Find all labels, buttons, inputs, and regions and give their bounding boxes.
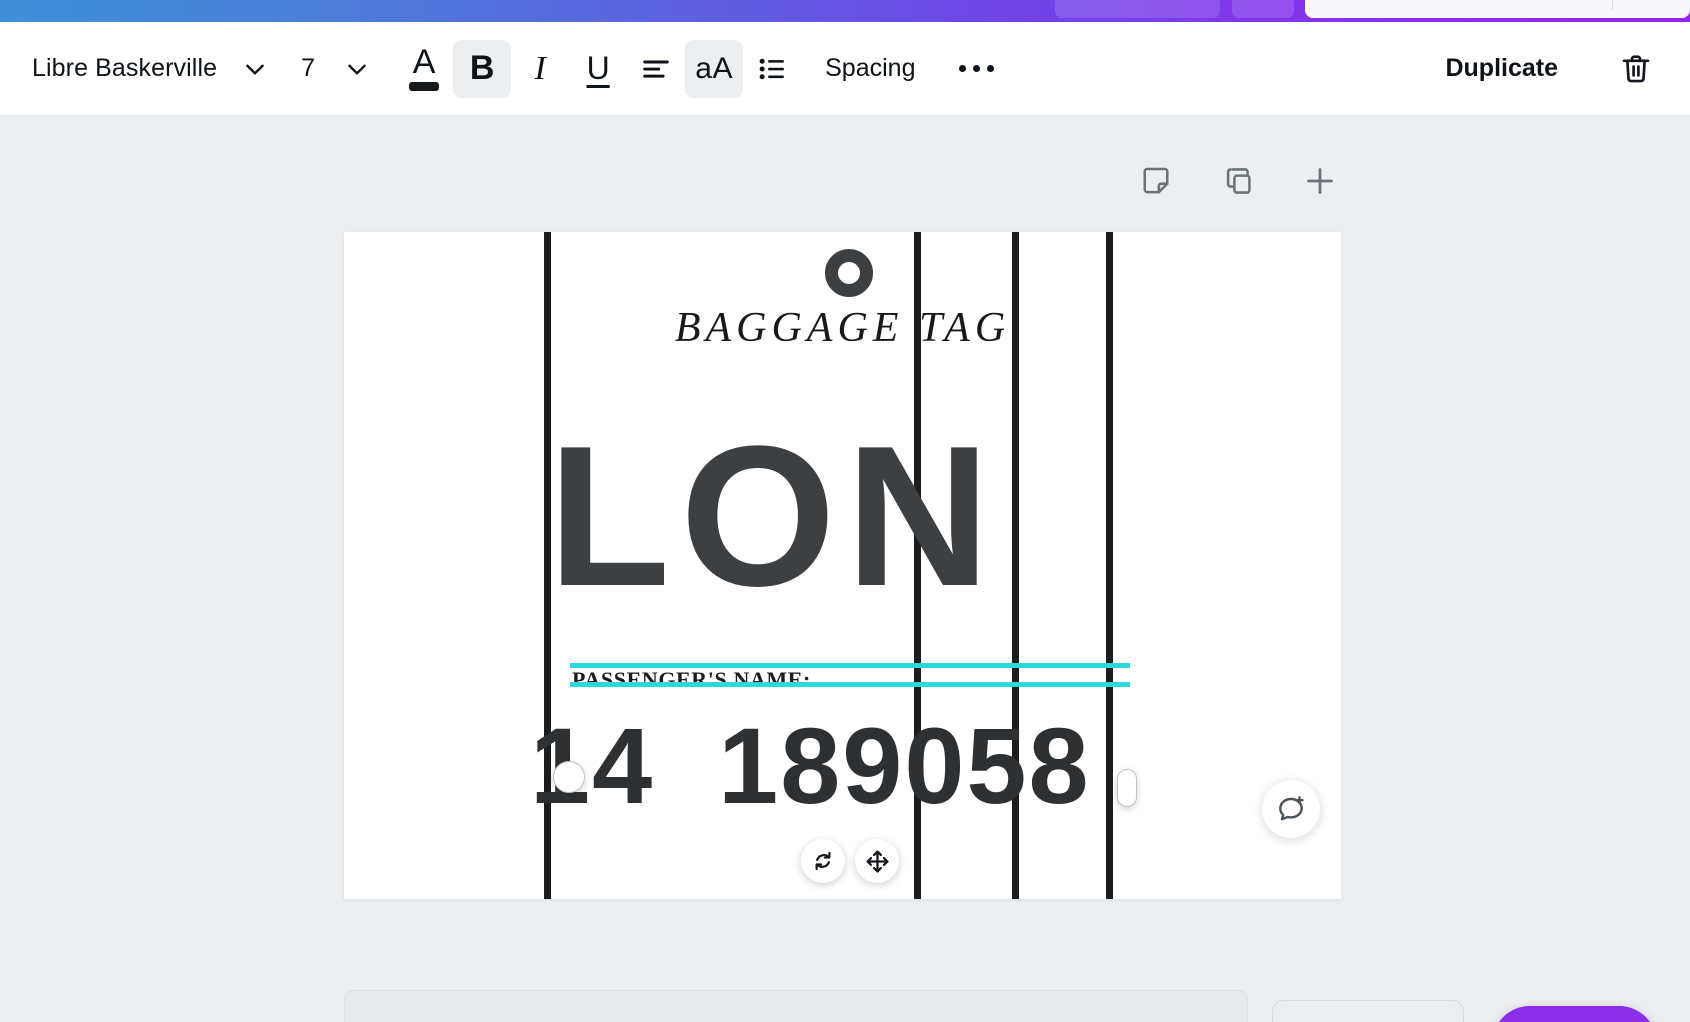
font-family-selector[interactable]: Libre Baskerville [32, 54, 217, 83]
chevron-down-icon[interactable] [235, 49, 275, 89]
text-align-left-icon [643, 60, 669, 78]
italic-icon: I [534, 49, 546, 87]
top-bar-button-b[interactable] [1232, 0, 1294, 18]
duplicate-page-button[interactable] [1217, 160, 1259, 202]
text-align-button[interactable] [627, 40, 685, 98]
zoom-controls: 86% [1272, 1000, 1464, 1022]
text-case-button[interactable]: aA [685, 39, 744, 98]
delete-button[interactable] [1610, 43, 1662, 95]
design-page[interactable]: BAGGAGE TAG LON PASSENGER'S NAME: 14 189… [344, 232, 1341, 899]
toolbar-right-group: Duplicate [1445, 43, 1690, 95]
spacing-button[interactable]: Spacing [825, 54, 915, 83]
text-color-button[interactable]: A [395, 40, 453, 98]
underline-icon: U [586, 50, 610, 86]
ellipsis-icon-dot [958, 65, 966, 72]
editor-canvas-area: BAGGAGE TAG LON PASSENGER'S NAME: 14 189… [0, 116, 1690, 1022]
font-size-input[interactable]: 7 [297, 54, 319, 83]
list-button[interactable] [743, 40, 801, 98]
bulleted-list-icon [759, 58, 785, 79]
ring-icon [825, 249, 873, 297]
move-icon [865, 849, 889, 873]
underline-button[interactable]: U [569, 40, 627, 98]
top-bar-panel-divider [1612, 0, 1613, 10]
more-options-button[interactable] [949, 42, 1003, 96]
bold-icon: B [469, 49, 495, 87]
text-toolbar: Libre Baskerville 7 A B I U aA Spacing D… [0, 22, 1690, 116]
rotate-icon [815, 851, 831, 871]
resize-handle-right[interactable] [1117, 769, 1137, 807]
add-comment-button[interactable] [1262, 780, 1320, 838]
add-new-page-bar[interactable]: + Add a new page [344, 990, 1248, 1022]
page-tools-group [1135, 160, 1341, 202]
italic-button[interactable]: I [511, 40, 569, 98]
sticky-note-icon [1143, 167, 1169, 194]
bold-button[interactable]: B [453, 39, 512, 98]
copy-pages-icon [1226, 168, 1251, 194]
add-page-button[interactable] [1299, 160, 1341, 202]
chevron-down-icon[interactable] [337, 49, 377, 89]
plus-icon [1307, 168, 1333, 194]
notes-button[interactable] [1135, 160, 1177, 202]
canva-editor-window: Libre Baskerville 7 A B I U aA Spacing D… [0, 0, 1690, 1022]
help-button[interactable]: Help ? [1492, 1006, 1657, 1022]
resize-handle-left[interactable] [553, 761, 585, 793]
comment-plus-icon [1279, 796, 1304, 821]
text-case-icon: aA [695, 51, 733, 85]
tag-title-text[interactable]: BAGGAGE TAG [344, 304, 1341, 352]
text-color-icon: A [409, 45, 440, 92]
duplicate-button[interactable]: Duplicate [1445, 54, 1558, 83]
app-top-bar [0, 0, 1690, 22]
top-bar-button-a[interactable] [1055, 0, 1220, 18]
city-code-text[interactable]: LON [548, 417, 1000, 617]
move-handle[interactable] [855, 839, 899, 883]
ellipsis-icon-dot [986, 65, 994, 72]
trash-icon [1622, 54, 1650, 82]
top-bar-panel[interactable] [1305, 0, 1690, 18]
tag-number-text[interactable]: 14 189058 [530, 712, 1091, 820]
passenger-name-text[interactable]: PASSENGER'S NAME: [572, 667, 811, 693]
rotate-handle[interactable] [801, 839, 845, 883]
ellipsis-icon-dot [972, 65, 980, 72]
text-color-swatch [409, 82, 440, 92]
